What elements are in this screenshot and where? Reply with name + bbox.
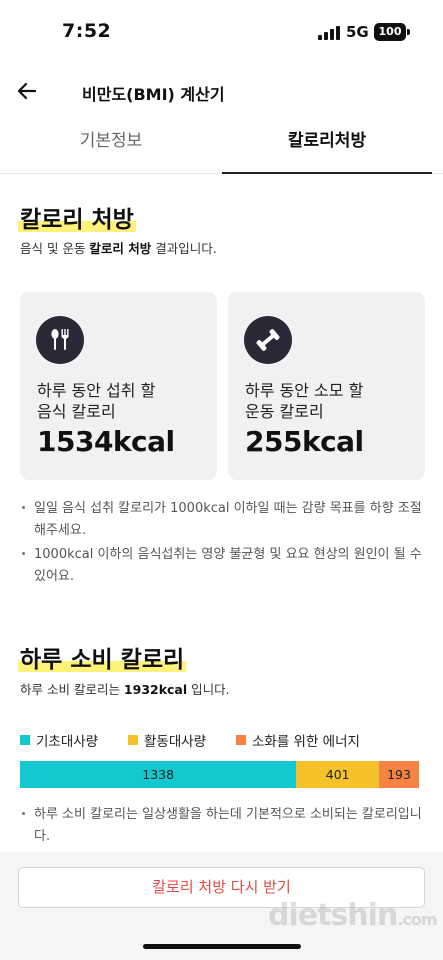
app-header: 비만도(BMI) 계산기 (0, 66, 443, 116)
bar-segment-activity: 401 (296, 761, 380, 788)
network-type: 5G (346, 23, 369, 41)
arrow-left-icon (17, 82, 37, 100)
note-item: 하루 소비 칼로리는 일상생활을 하는데 기본적으로 소비되는 칼로리입니다. (20, 804, 425, 848)
fork-spoon-icon (36, 316, 84, 364)
bar-segment-basal: 1338 (20, 761, 297, 788)
daily-calorie-subtitle: 하루 소비 칼로리는 1932kcal 입니다. (20, 682, 230, 697)
food-calorie-value: 1534kcal (37, 425, 175, 458)
legend-swatch (236, 735, 246, 745)
page-title: 비만도(BMI) 계산기 (82, 85, 225, 104)
prescription-subtitle: 음식 및 운동 칼로리 처방 결과입니다. (20, 241, 217, 256)
calorie-stacked-bar: 1338 401 193 (20, 761, 419, 788)
prescription-notes: 일일 음식 섭취 칼로리가 1000kcal 이하일 때는 감량 목표를 하향 … (20, 498, 425, 590)
food-calorie-label: 하루 동안 섭취 할 음식 칼로리 (37, 381, 156, 421)
battery-tip (407, 29, 410, 35)
bar-segment-digestion: 193 (379, 761, 419, 788)
back-button[interactable] (14, 78, 40, 104)
status-bar: 7:52 5G 100 (0, 0, 443, 66)
status-time: 7:52 (62, 20, 112, 42)
legend-swatch (128, 735, 138, 745)
legend-item-activity: 활동대사량 (128, 730, 206, 750)
home-indicator (143, 944, 301, 949)
exercise-calorie-value: 255kcal (245, 425, 364, 458)
battery-icon: 100 (374, 23, 406, 41)
tab-calorie-prescription[interactable]: 칼로리처방 (222, 118, 432, 174)
daily-calorie-title: 하루 소비 칼로리 (20, 647, 185, 673)
note-item: 일일 음식 섭취 칼로리가 1000kcal 이하일 때는 감량 목표를 하향 … (20, 498, 425, 542)
watermark-logo: dietshin.com (268, 898, 438, 933)
legend-item-digestion: 소화를 위한 에너지 (236, 730, 360, 750)
tab-bar: 기본정보 칼로리처방 (0, 118, 443, 174)
food-calorie-card: 하루 동안 섭취 할 음식 칼로리 1534kcal (20, 292, 217, 480)
exercise-calorie-label: 하루 동안 소모 할 운동 칼로리 (245, 381, 364, 421)
signal-icon (318, 26, 340, 40)
daily-calorie-notes: 하루 소비 칼로리는 일상생활을 하는데 기본적으로 소비되는 칼로리입니다. (20, 804, 425, 850)
legend-item-basal: 기초대사량 (20, 730, 98, 750)
dumbbell-icon (244, 316, 292, 364)
note-item: 1000kcal 이하의 음식섭취는 영양 불균형 및 요요 현상의 원인이 될… (20, 544, 425, 588)
legend-swatch (20, 735, 30, 745)
exercise-calorie-card: 하루 동안 소모 할 운동 칼로리 255kcal (228, 292, 425, 480)
prescription-title: 칼로리 처방 (20, 207, 134, 233)
tab-basic-info[interactable]: 기본정보 (0, 118, 222, 174)
